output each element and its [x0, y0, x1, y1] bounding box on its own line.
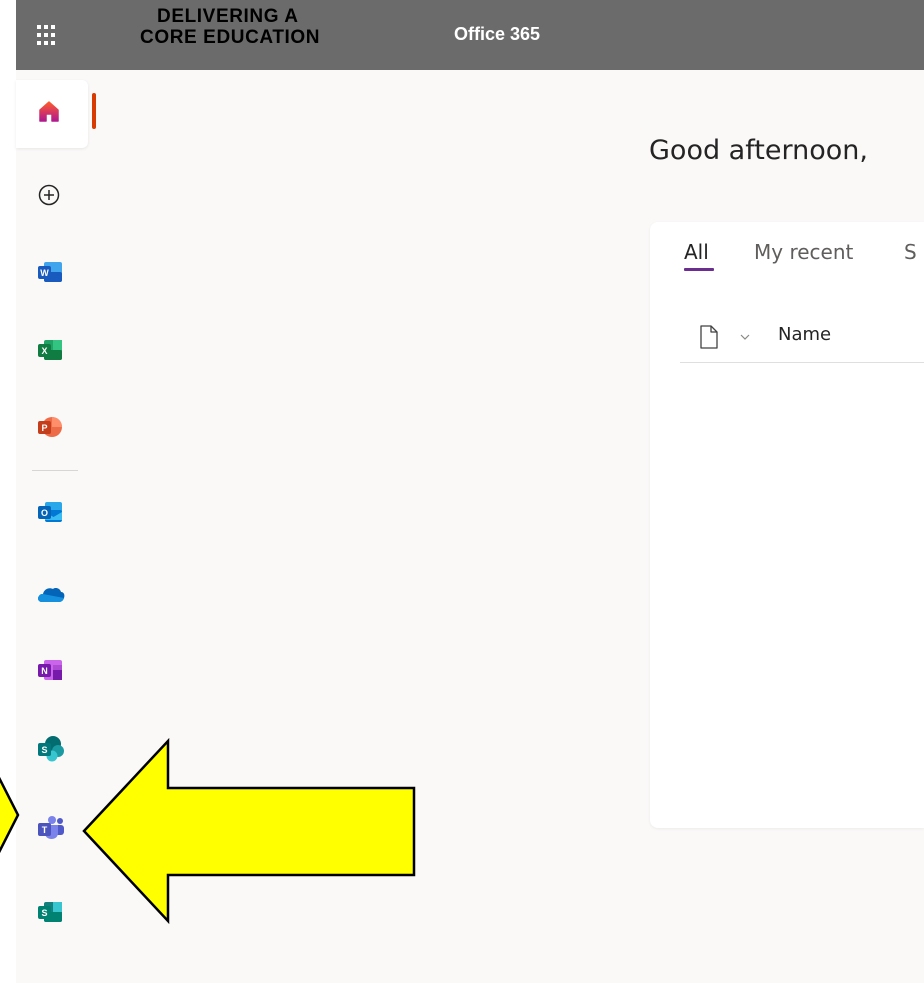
app-name[interactable]: Office 365: [454, 24, 540, 45]
home-selected-indicator: [92, 93, 96, 129]
documents-card: [650, 222, 924, 828]
rail-divider: [32, 470, 78, 471]
app-launcher-icon[interactable]: [34, 22, 58, 46]
onenote-icon[interactable]: N: [36, 656, 68, 688]
excel-icon[interactable]: X: [36, 336, 68, 368]
onedrive-icon[interactable]: [36, 580, 68, 612]
organization-logo[interactable]: DELIVERING A CORE EDUCATION: [140, 6, 380, 48]
word-icon[interactable]: W: [36, 258, 68, 290]
tab-shared[interactable]: S: [904, 240, 917, 264]
brand-line-1: DELIVERING A: [157, 6, 299, 27]
column-header-name[interactable]: Name: [778, 324, 831, 345]
file-type-icon[interactable]: [696, 324, 722, 350]
chevron-down-icon[interactable]: [738, 330, 752, 344]
svg-text:X: X: [41, 346, 47, 356]
svg-text:W: W: [40, 268, 49, 278]
tab-all-underline: [684, 268, 714, 271]
column-header-divider: [680, 362, 924, 363]
svg-text:P: P: [41, 423, 47, 433]
annotation-arrow: [0, 737, 416, 925]
svg-text:O: O: [41, 508, 48, 518]
svg-text:N: N: [41, 666, 48, 676]
outlook-icon[interactable]: O: [36, 498, 68, 530]
brand-line-2: CORE EDUCATION: [140, 27, 321, 48]
create-icon[interactable]: [36, 182, 68, 214]
tab-my-recent[interactable]: My recent: [754, 240, 853, 264]
tab-all[interactable]: All: [684, 240, 709, 264]
home-icon[interactable]: [36, 98, 68, 130]
powerpoint-icon[interactable]: P: [36, 413, 68, 445]
greeting-heading: Good afternoon,: [649, 135, 868, 166]
